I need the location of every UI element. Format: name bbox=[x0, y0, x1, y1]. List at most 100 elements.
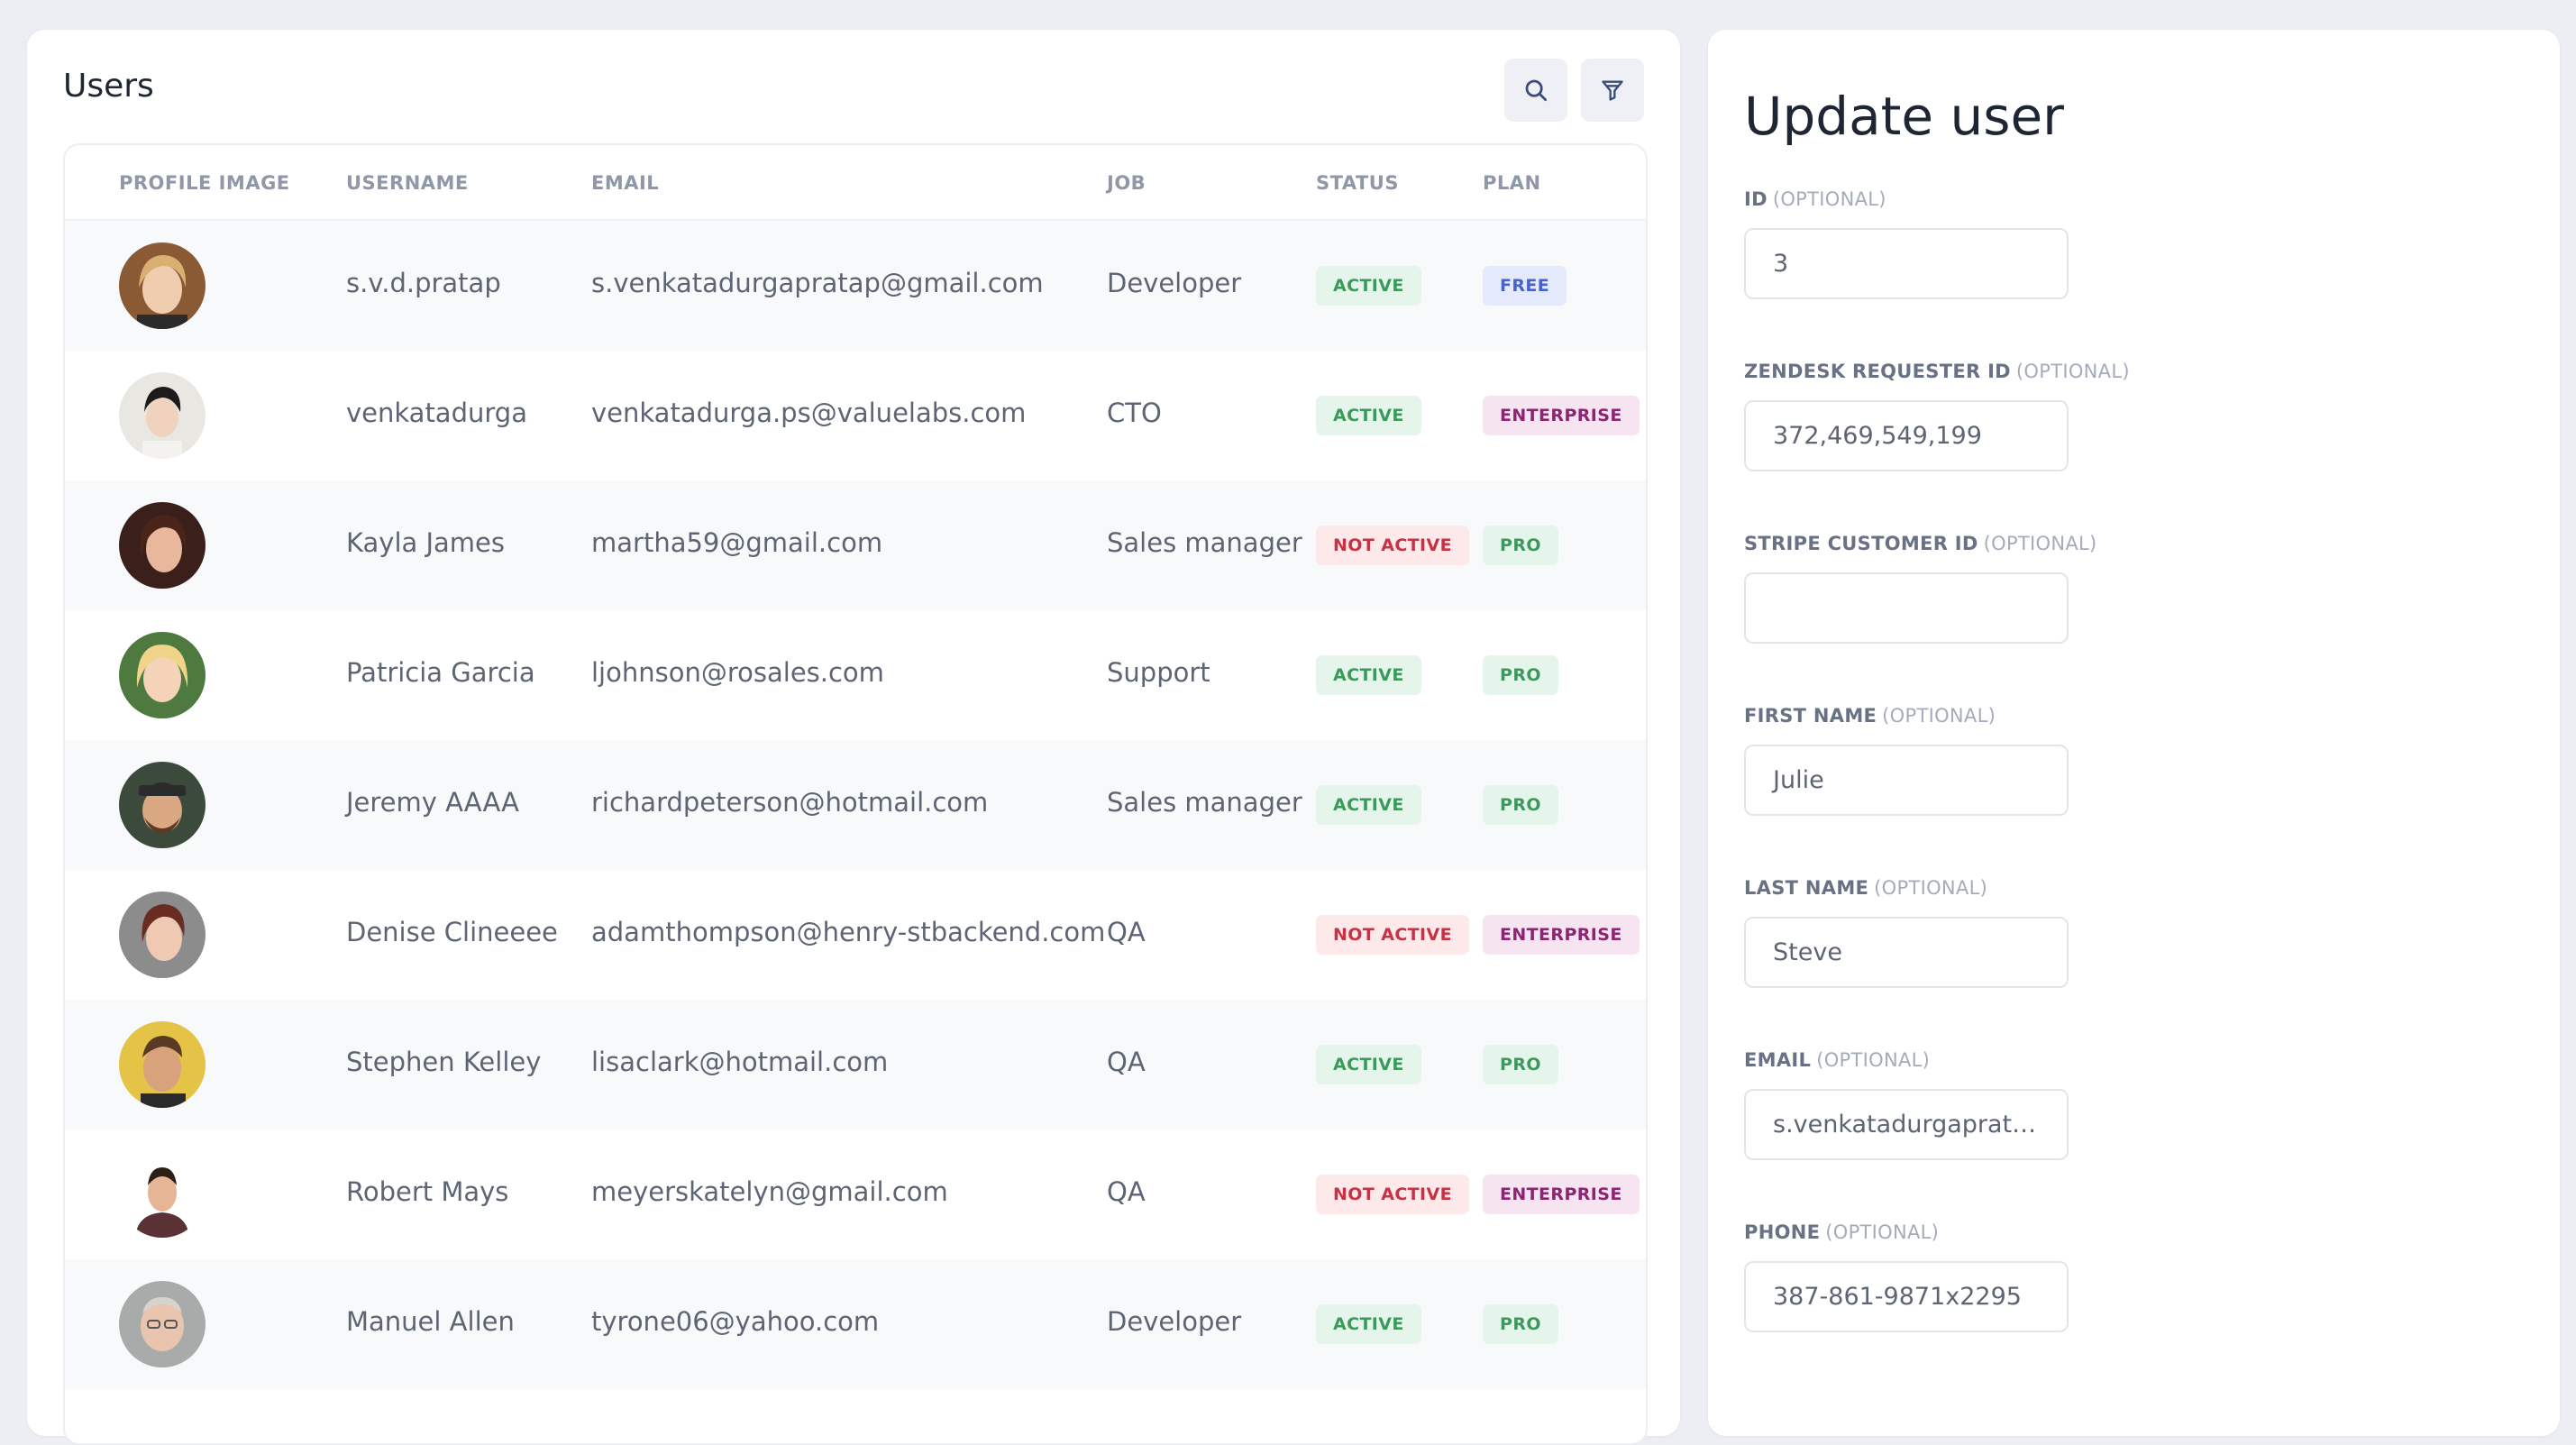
column-header-profile-image[interactable]: PROFILE IMAGE bbox=[119, 172, 290, 194]
first-name-input[interactable]: Julie bbox=[1744, 745, 2069, 816]
users-panel: Users PROFILE IMAGE USERNAME EMAIL JOB S… bbox=[27, 30, 1680, 1445]
field-label: FIRST NAME (OPTIONAL) bbox=[1744, 705, 1996, 727]
avatar bbox=[119, 1281, 206, 1367]
email-cell: s.venkatadurgapratap@gmail.com bbox=[591, 268, 1044, 298]
job-cell: CTO bbox=[1107, 398, 1162, 428]
avatar bbox=[119, 632, 206, 718]
table-row[interactable]: venkatadurga venkatadurga.ps@valuelabs.c… bbox=[65, 351, 1646, 480]
status-badge: NOT ACTIVE bbox=[1316, 1175, 1469, 1214]
email-cell: lisaclark@hotmail.com bbox=[591, 1047, 889, 1077]
username-cell: Manuel Allen bbox=[346, 1306, 515, 1337]
avatar bbox=[119, 1151, 206, 1238]
table-row[interactable]: Manuel Allen tyrone06@yahoo.com Develope… bbox=[65, 1259, 1646, 1389]
plan-badge: ENTERPRISE bbox=[1483, 396, 1640, 435]
job-cell: QA bbox=[1107, 917, 1146, 947]
email-cell: tyrone06@yahoo.com bbox=[591, 1306, 880, 1337]
table-row[interactable]: Stephen Kelley lisaclark@hotmail.com QA … bbox=[65, 1000, 1646, 1129]
email-cell: ljohnson@rosales.com bbox=[591, 657, 884, 688]
status-badge: ACTIVE bbox=[1316, 266, 1421, 306]
plan-badge: PRO bbox=[1483, 526, 1558, 565]
last-name-field: LAST NAME (OPTIONAL) Steve bbox=[1744, 877, 2069, 988]
table-row[interactable]: s.v.d.pratap s.venkatadurgapratap@gmail.… bbox=[65, 221, 1646, 351]
email-cell: venkatadurga.ps@valuelabs.com bbox=[591, 398, 1027, 428]
users-title: Users bbox=[63, 68, 154, 105]
field-label: PHONE (OPTIONAL) bbox=[1744, 1221, 1940, 1243]
search-button[interactable] bbox=[1504, 59, 1567, 122]
avatar bbox=[119, 762, 206, 848]
status-badge: ACTIVE bbox=[1316, 785, 1421, 825]
plan-badge: PRO bbox=[1483, 785, 1558, 825]
job-cell: Sales manager bbox=[1107, 527, 1302, 558]
username-cell: Patricia Garcia bbox=[346, 657, 535, 688]
table-row[interactable]: Jeremy AAAA richardpeterson@hotmail.com … bbox=[65, 740, 1646, 870]
phone-input[interactable]: 387-861-9871x2295 bbox=[1744, 1261, 2069, 1332]
avatar bbox=[119, 892, 206, 978]
avatar bbox=[119, 372, 206, 459]
status-badge: ACTIVE bbox=[1316, 396, 1421, 435]
stripe-customer-id-field: STRIPE CUSTOMER ID (OPTIONAL) bbox=[1744, 533, 2097, 644]
filter-icon bbox=[1602, 80, 1623, 101]
phone-field: PHONE (OPTIONAL) 387-861-9871x2295 bbox=[1744, 1221, 2069, 1332]
job-cell: Sales manager bbox=[1107, 787, 1302, 818]
id-input[interactable]: 3 bbox=[1744, 228, 2069, 299]
first-name-field: FIRST NAME (OPTIONAL) Julie bbox=[1744, 705, 2069, 816]
plan-badge: PRO bbox=[1483, 1304, 1558, 1344]
column-header-plan[interactable]: PLAN bbox=[1483, 172, 1541, 194]
username-cell: Stephen Kelley bbox=[346, 1047, 542, 1077]
avatar bbox=[119, 1021, 206, 1108]
id-field: ID (OPTIONAL) 3 bbox=[1744, 188, 2069, 299]
field-label: ID (OPTIONAL) bbox=[1744, 188, 1886, 210]
email-input[interactable]: s.venkatadurgapratap@gmail.com bbox=[1744, 1089, 2069, 1160]
filter-button[interactable] bbox=[1581, 59, 1644, 122]
job-cell: Developer bbox=[1107, 268, 1242, 298]
job-cell: Developer bbox=[1107, 1306, 1242, 1337]
avatar bbox=[119, 242, 206, 329]
field-label: EMAIL (OPTIONAL) bbox=[1744, 1049, 1931, 1071]
table-row[interactable]: Robert Mays meyerskatelyn@gmail.com QA N… bbox=[65, 1129, 1646, 1259]
job-cell: QA bbox=[1107, 1176, 1146, 1207]
update-user-panel: Update user ID (OPTIONAL) 3 ZENDESK REQUE… bbox=[1708, 30, 2560, 1436]
job-cell: QA bbox=[1107, 1047, 1146, 1077]
field-label: LAST NAME (OPTIONAL) bbox=[1744, 877, 1988, 899]
status-badge: NOT ACTIVE bbox=[1316, 915, 1469, 955]
zendesk-requester-id-input[interactable]: 372,469,549,199 bbox=[1744, 400, 2069, 471]
column-header-status[interactable]: STATUS bbox=[1316, 172, 1399, 194]
table-row[interactable]: Denise Clineeee adamthompson@henry-stbac… bbox=[65, 870, 1646, 1000]
plan-badge: ENTERPRISE bbox=[1483, 915, 1640, 955]
table-row[interactable]: Patricia Garcia ljohnson@rosales.com Sup… bbox=[65, 610, 1646, 740]
update-user-title: Update user bbox=[1744, 86, 2064, 147]
table-row[interactable]: Kayla James martha59@gmail.com Sales man… bbox=[65, 480, 1646, 610]
plan-badge: ENTERPRISE bbox=[1483, 1175, 1640, 1214]
column-header-username[interactable]: USERNAME bbox=[346, 172, 469, 194]
column-header-email[interactable]: EMAIL bbox=[591, 172, 659, 194]
plan-badge: FREE bbox=[1483, 266, 1567, 306]
search-icon bbox=[1525, 79, 1547, 101]
email-cell: meyerskatelyn@gmail.com bbox=[591, 1176, 948, 1207]
username-cell: Jeremy AAAA bbox=[346, 787, 519, 818]
last-name-input[interactable]: Steve bbox=[1744, 917, 2069, 988]
email-cell: martha59@gmail.com bbox=[591, 527, 883, 558]
avatar bbox=[119, 502, 206, 589]
status-badge: ACTIVE bbox=[1316, 1045, 1421, 1084]
username-cell: s.v.d.pratap bbox=[346, 268, 501, 298]
status-badge: ACTIVE bbox=[1316, 1304, 1421, 1344]
table-header: PROFILE IMAGE USERNAME EMAIL JOB STATUS … bbox=[65, 145, 1646, 221]
status-badge: NOT ACTIVE bbox=[1316, 526, 1469, 565]
users-table: PROFILE IMAGE USERNAME EMAIL JOB STATUS … bbox=[63, 143, 1648, 1445]
plan-badge: PRO bbox=[1483, 1045, 1558, 1084]
field-label: ZENDESK REQUESTER ID (OPTIONAL) bbox=[1744, 361, 2130, 382]
username-cell: Robert Mays bbox=[346, 1176, 509, 1207]
username-cell: Denise Clineeee bbox=[346, 917, 558, 947]
username-cell: venkatadurga bbox=[346, 398, 527, 428]
status-badge: ACTIVE bbox=[1316, 655, 1421, 695]
plan-badge: PRO bbox=[1483, 655, 1558, 695]
email-cell: adamthompson@henry-stbackend.com bbox=[591, 917, 1106, 947]
job-cell: Support bbox=[1107, 657, 1210, 688]
email-field: EMAIL(OPTIONAL) s.venkatadurgapratap@gma… bbox=[1744, 1049, 2069, 1160]
column-header-job[interactable]: JOB bbox=[1107, 172, 1146, 194]
field-label: STRIPE CUSTOMER ID (OPTIONAL) bbox=[1744, 533, 2097, 554]
stripe-customer-id-input[interactable] bbox=[1744, 572, 2069, 644]
email-cell: richardpeterson@hotmail.com bbox=[591, 787, 989, 818]
zendesk-requester-id-field: ZENDESK REQUESTER ID (OPTIONAL) 372,469,5… bbox=[1744, 361, 2130, 471]
username-cell: Kayla James bbox=[346, 527, 506, 558]
